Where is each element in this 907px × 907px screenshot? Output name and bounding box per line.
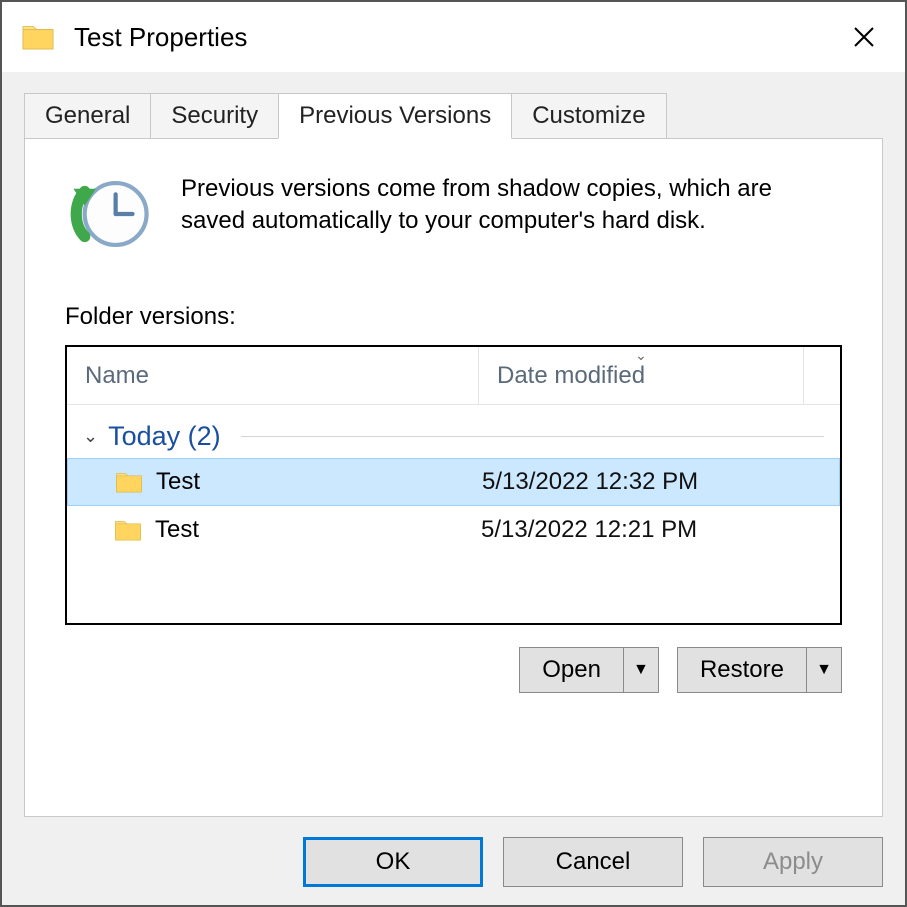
- list-body: ⌄ Today (2) Test 5/13/2022 12:32 PM: [67, 405, 840, 623]
- previous-versions-panel: Previous versions come from shadow copie…: [24, 138, 883, 817]
- item-date: 5/13/2022 12:21 PM: [481, 516, 840, 544]
- column-header-date-label: Date modified: [497, 362, 645, 390]
- window-title: Test Properties: [74, 22, 841, 53]
- close-button[interactable]: [841, 14, 887, 60]
- tab-security[interactable]: Security: [150, 93, 279, 139]
- item-name: Test: [155, 516, 199, 544]
- open-button[interactable]: Open ▼: [519, 647, 659, 693]
- restore-clock-icon: [65, 169, 155, 259]
- dialog-button-row: OK Cancel Apply: [2, 837, 905, 905]
- versions-list: Name ⌄ Date modified ⌄ Today (2): [65, 345, 842, 625]
- folder-icon: [113, 515, 143, 545]
- cancel-button[interactable]: Cancel: [503, 837, 683, 887]
- tab-previous-versions[interactable]: Previous Versions: [278, 93, 512, 139]
- cell-name: Test: [114, 467, 482, 497]
- tab-strip: General Security Previous Versions Custo…: [2, 72, 905, 138]
- info-text: Previous versions come from shadow copie…: [181, 169, 842, 238]
- folder-icon: [114, 467, 144, 497]
- group-divider: [241, 436, 824, 437]
- sort-indicator-icon: ⌄: [635, 347, 647, 364]
- close-icon: [853, 26, 875, 48]
- item-name: Test: [156, 468, 200, 496]
- restore-button[interactable]: Restore ▼: [677, 647, 842, 693]
- group-header-today[interactable]: ⌄ Today (2): [67, 415, 840, 458]
- folder-icon: [20, 19, 56, 55]
- open-button-dropdown[interactable]: ▼: [624, 648, 658, 692]
- restore-button-dropdown[interactable]: ▼: [807, 648, 841, 692]
- column-header-name[interactable]: Name: [67, 347, 479, 404]
- properties-dialog: Test Properties General Security Previou…: [0, 0, 907, 907]
- ok-button[interactable]: OK: [303, 837, 483, 887]
- chevron-down-icon: ⌄: [83, 426, 98, 447]
- list-item[interactable]: Test 5/13/2022 12:21 PM: [67, 506, 840, 554]
- titlebar: Test Properties: [2, 2, 905, 72]
- apply-button: Apply: [703, 837, 883, 887]
- column-header-date[interactable]: ⌄ Date modified: [479, 347, 804, 404]
- list-header: Name ⌄ Date modified: [67, 347, 840, 405]
- group-title: Today (2): [108, 421, 221, 452]
- restore-button-label: Restore: [678, 648, 807, 692]
- item-date: 5/13/2022 12:32 PM: [482, 468, 839, 496]
- tab-general[interactable]: General: [24, 93, 151, 139]
- cell-name: Test: [113, 515, 481, 545]
- action-row: Open ▼ Restore ▼: [65, 647, 842, 693]
- column-header-pad: [804, 347, 840, 404]
- folder-versions-label: Folder versions:: [65, 303, 842, 331]
- info-row: Previous versions come from shadow copie…: [65, 169, 842, 259]
- tab-customize[interactable]: Customize: [511, 93, 666, 139]
- open-button-label: Open: [520, 648, 624, 692]
- list-item[interactable]: Test 5/13/2022 12:32 PM: [67, 458, 840, 506]
